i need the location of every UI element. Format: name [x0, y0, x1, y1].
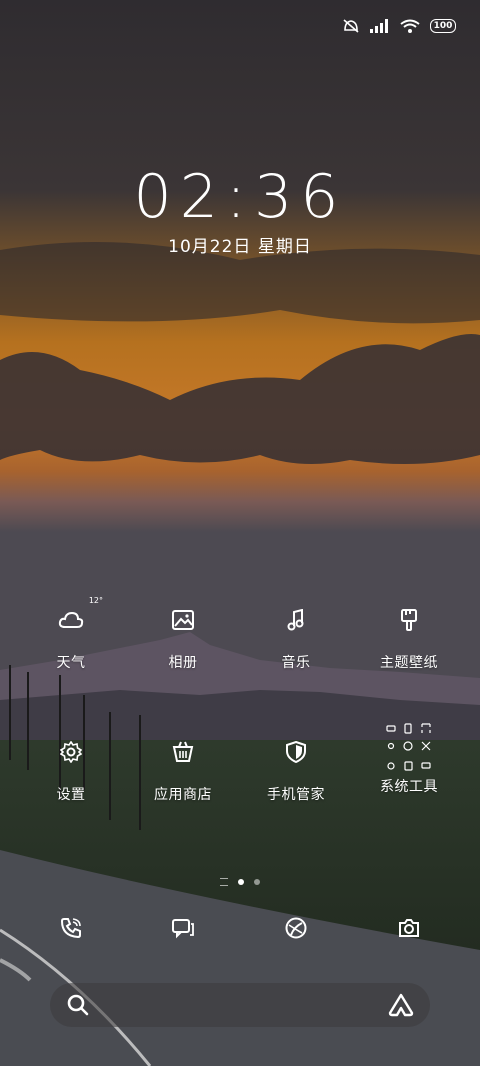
search-icon[interactable] [66, 993, 90, 1021]
app-weather[interactable]: 12° 天气 [15, 596, 127, 672]
page-dot [254, 879, 260, 885]
mute-icon [342, 18, 360, 34]
weather-temp-badge: 12° [88, 596, 103, 605]
dock-browser[interactable] [240, 910, 352, 950]
wallpaper-sunset-road [0, 0, 480, 1066]
tools-folder-icon [385, 722, 433, 772]
cell-signal-icon [370, 19, 390, 33]
wifi-icon [400, 19, 420, 34]
shield-icon [276, 732, 316, 772]
page-indicator[interactable] [0, 878, 480, 886]
app-folder-tools[interactable]: 系统工具 [353, 722, 465, 796]
store-basket-icon [163, 732, 203, 772]
cloud-icon: 12° [51, 596, 103, 640]
app-label: 手机管家 [267, 787, 325, 803]
camera-icon [398, 918, 420, 942]
phone-icon [60, 917, 82, 943]
search-bar[interactable] [50, 983, 430, 1027]
browser-icon [285, 917, 307, 943]
app-security[interactable]: 手机管家 [240, 732, 352, 804]
page-dot-active [238, 879, 244, 885]
gallery-icon [163, 600, 203, 640]
gear-icon [51, 732, 91, 772]
dock-messages[interactable] [127, 910, 239, 950]
lock-clock[interactable]: 02:36 [0, 162, 480, 232]
app-label: 主题壁纸 [380, 655, 438, 671]
app-label: 系统工具 [380, 779, 438, 795]
app-label: 应用商店 [154, 787, 212, 803]
dock-camera[interactable] [353, 910, 465, 950]
app-label: 天气 [56, 655, 86, 671]
app-themes[interactable]: 主题壁纸 [353, 600, 465, 672]
dock-phone[interactable] [15, 910, 127, 950]
app-gallery[interactable]: 相册 [127, 600, 239, 672]
app-label: 相册 [168, 655, 198, 671]
app-music[interactable]: 音乐 [240, 600, 352, 672]
status-bar: 100 [342, 18, 456, 34]
app-settings[interactable]: 设置 [15, 732, 127, 804]
messages-icon [172, 917, 194, 943]
menu-lines-icon [220, 878, 228, 886]
assistant-icon[interactable] [388, 993, 414, 1021]
app-store[interactable]: 应用商店 [127, 732, 239, 804]
home-screen: 100 02:36 10月22日 星期日 12° 天气 相册 音乐 主题壁纸 设 [0, 0, 480, 1066]
lock-date[interactable]: 10月22日 星期日 [0, 232, 480, 257]
app-label: 设置 [56, 787, 86, 803]
app-label: 音乐 [281, 655, 311, 671]
battery-icon: 100 [430, 19, 456, 33]
theme-brush-icon [389, 600, 429, 640]
music-note-icon [276, 600, 316, 640]
